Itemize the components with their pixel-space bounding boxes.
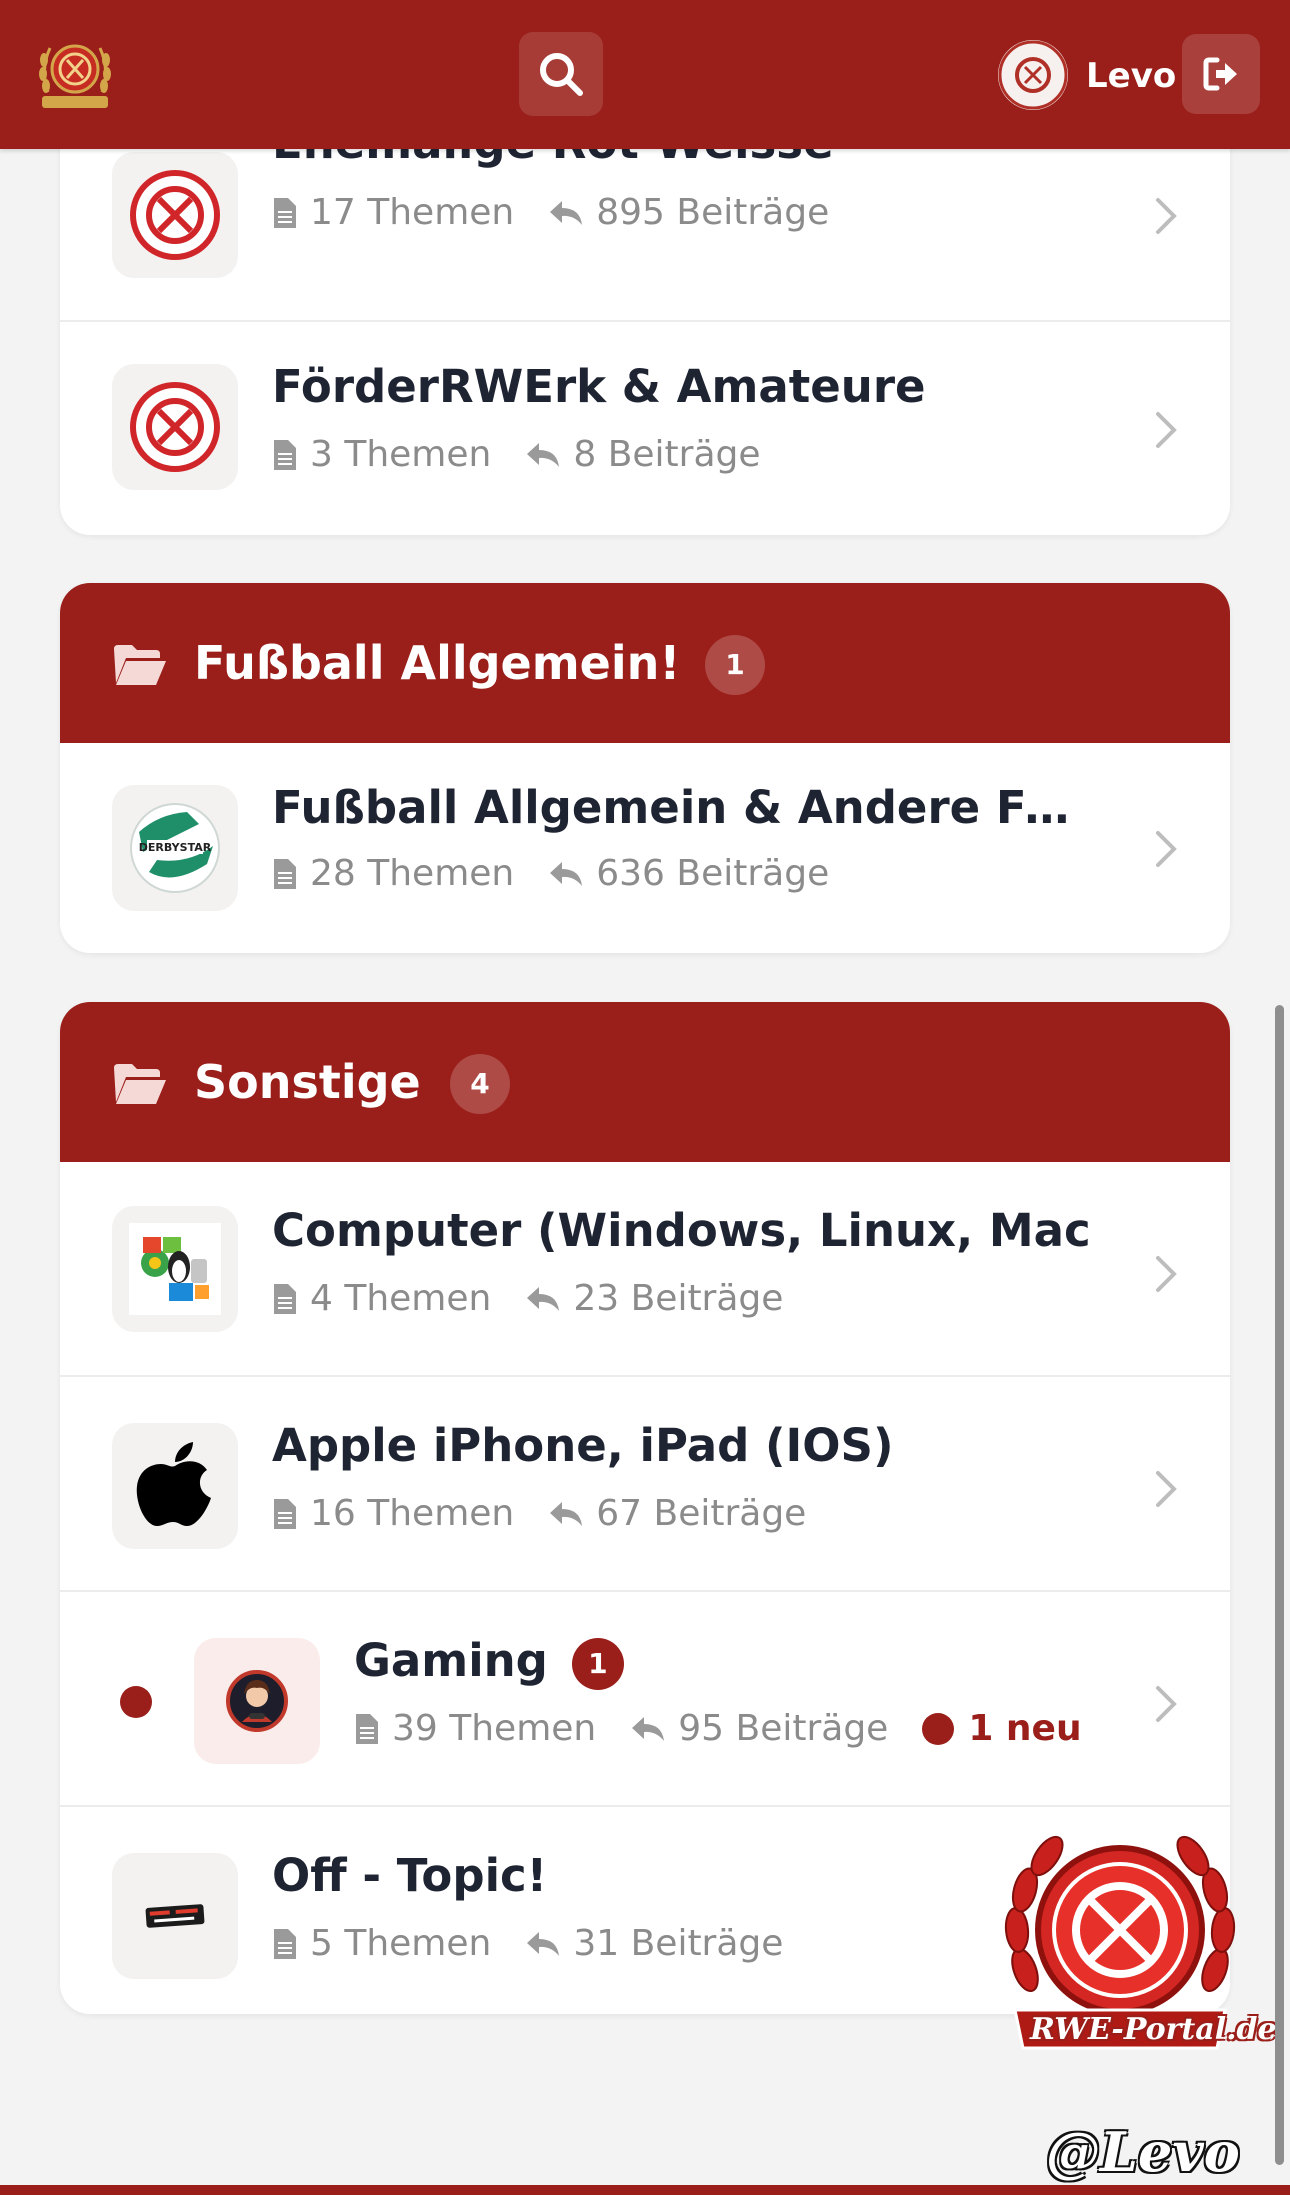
gamer-avatar-icon — [194, 1638, 320, 1764]
logout-icon — [1203, 57, 1237, 91]
chevron-right-icon — [1156, 1686, 1177, 1722]
computer-os-icon — [112, 1206, 238, 1332]
document-icon — [274, 1284, 296, 1314]
forum-title[interactable]: FörderRWErk & Amateure — [272, 356, 1092, 418]
rwe-crest-icon — [112, 364, 238, 490]
forum-title[interactable]: Gaming 1 — [354, 1630, 1174, 1692]
category-title[interactable]: Fußball Allgemein! — [194, 633, 680, 693]
posts-count: 23 Beiträge — [525, 1274, 783, 1324]
posts-count: 636 Beiträge — [548, 849, 829, 899]
user-name[interactable]: Levo — [1086, 52, 1176, 100]
posts-count: 8 Beiträge — [525, 430, 761, 480]
document-icon — [274, 859, 296, 889]
forum-stats: 28 Themen 636 Beiträge — [272, 849, 863, 899]
reply-icon — [632, 1717, 665, 1741]
chevron-right-icon — [1156, 198, 1177, 234]
category-header[interactable]: Fußball Allgemein! 1 — [60, 583, 1230, 743]
avatar[interactable] — [998, 40, 1068, 110]
credit-signature: @Levo — [1046, 2120, 1240, 2184]
forum-row[interactable]: Apple iPhone, iPad (IOS) 16 Themen 67 Be… — [60, 1375, 1230, 1590]
reply-icon — [550, 201, 583, 225]
search-icon — [540, 53, 583, 96]
unread-dot — [120, 1686, 152, 1718]
new-posts-indicator[interactable]: 1 neu — [922, 1704, 1082, 1754]
posts-count: 31 Beiträge — [525, 1919, 783, 1969]
folder-open-icon — [114, 645, 166, 685]
posts-count: 67 Beiträge — [548, 1489, 806, 1539]
topics-count: 3 Themen — [272, 430, 491, 480]
apple-icon — [112, 1423, 238, 1549]
footer-strip — [0, 2185, 1290, 2195]
folder-open-icon — [114, 1064, 166, 1104]
forum-title[interactable]: Computer (Windows, Linux, Mac — [272, 1200, 1092, 1262]
forum-title[interactable]: Fußball Allgemein & Andere Fußball — [272, 777, 1092, 839]
posts-count: 895 Beiträge — [548, 188, 829, 238]
document-icon — [274, 1499, 296, 1529]
chevron-right-icon — [1156, 412, 1177, 448]
chevron-right-icon — [1156, 831, 1177, 867]
top-bar: Levo — [0, 0, 1290, 149]
document-icon — [274, 440, 296, 470]
forum-title[interactable]: Off - Topic! — [272, 1845, 1092, 1907]
category-header[interactable]: Sonstige 4 — [60, 1002, 1230, 1162]
category-card-previous: Ehemalige Rot-Weisse 17 Themen 895 Beitr… — [60, 108, 1230, 535]
search-button[interactable] — [519, 32, 603, 116]
derbystar-ball-icon: DERBYSTAR — [112, 785, 238, 911]
scrollbar[interactable] — [1275, 1005, 1284, 2165]
document-icon — [274, 1929, 296, 1959]
forum-row[interactable]: Computer (Windows, Linux, Mac 4 Themen 2… — [60, 1162, 1230, 1375]
forum-row-unread[interactable]: Gaming 1 39 Themen 95 Beiträge 1 neu — [60, 1590, 1230, 1805]
forum-title[interactable]: Apple iPhone, iPad (IOS) — [272, 1415, 1092, 1477]
page: Levo Ehemalige Rot-Weisse 17 Themen — [0, 0, 1290, 2195]
reply-icon — [527, 1287, 560, 1311]
reply-icon — [550, 1502, 583, 1526]
topics-count: 28 Themen — [272, 849, 514, 899]
watermark-text: RWE-Portal.de — [1030, 2012, 1277, 2047]
category-count-badge: 1 — [705, 635, 765, 695]
reply-icon — [527, 443, 560, 467]
reply-icon — [550, 862, 583, 886]
forum-stats: 16 Themen 67 Beiträge — [272, 1489, 840, 1539]
rwe-portal-watermark-icon — [1004, 1835, 1236, 2050]
forum-stats: 5 Themen 31 Beiträge — [272, 1919, 817, 1969]
topics-count: 39 Themen — [354, 1704, 596, 1754]
forum-stats: 3 Themen 8 Beiträge — [272, 430, 795, 480]
topics-count: 16 Themen — [272, 1489, 514, 1539]
forum-row[interactable]: FörderRWErk & Amateure 3 Themen 8 Beiträ… — [60, 320, 1230, 535]
forum-row[interactable]: DERBYSTAR Fußball Allgemein & Andere Fuß… — [60, 743, 1230, 953]
chevron-right-icon — [1156, 1471, 1177, 1507]
topics-count: 17 Themen — [272, 188, 514, 238]
category-title[interactable]: Sonstige — [194, 1052, 421, 1112]
forum-stats: 4 Themen 23 Beiträge — [272, 1274, 817, 1324]
reply-icon — [527, 1932, 560, 1956]
chevron-right-icon — [1156, 1256, 1177, 1292]
svg-text:DERBYSTAR: DERBYSTAR — [139, 841, 212, 854]
document-icon — [356, 1714, 378, 1744]
unread-count-badge: 1 — [571, 1638, 624, 1690]
category-card-fussball: Fußball Allgemein! 1 DERBYSTAR Fußball A… — [60, 583, 1230, 953]
topics-count: 5 Themen — [272, 1919, 491, 1969]
rwe-crest-icon — [112, 152, 238, 278]
off-topic-icon — [112, 1853, 238, 1979]
forum-stats: 39 Themen 95 Beiträge 1 neu — [354, 1704, 1082, 1754]
posts-count: 95 Beiträge — [630, 1704, 888, 1754]
topics-count: 4 Themen — [272, 1274, 491, 1324]
new-dot-icon — [922, 1713, 955, 1745]
rwe-portal-crest-icon[interactable] — [34, 30, 116, 112]
forum-stats: 17 Themen 895 Beiträge — [272, 188, 863, 238]
document-icon — [274, 198, 296, 228]
logout-button[interactable] — [1182, 34, 1260, 114]
category-count-badge: 4 — [450, 1054, 510, 1114]
